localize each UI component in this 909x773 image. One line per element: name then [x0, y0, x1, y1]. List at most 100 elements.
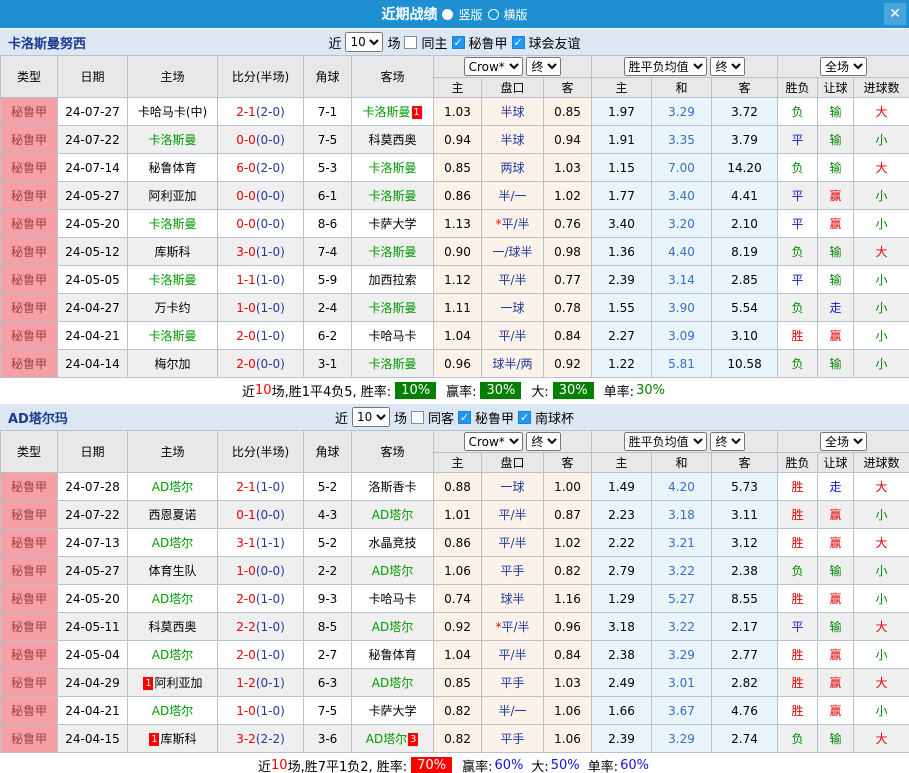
league-checkbox[interactable] [452, 36, 465, 49]
date-cell: 24-05-12 [58, 238, 128, 266]
match-row: 秘鲁甲24-05-27体育生队1-0(0-0)2-2AD塔尔1.06平手0.82… [1, 557, 909, 585]
handicap-win-value: 30% [480, 382, 521, 399]
score-cell: 0-0(0-0) [218, 126, 304, 154]
handicap-home-odds-cell: 0.88 [434, 473, 482, 501]
europe-odds-select[interactable]: 胜平负均值 [624, 57, 707, 76]
horizontal-layout-radio[interactable] [488, 9, 499, 20]
final-handicap-select[interactable]: 终 [526, 57, 561, 76]
handicap-cell: 一球 [482, 473, 544, 501]
result-cell: 负 [778, 98, 818, 126]
league-checkbox[interactable] [458, 411, 471, 424]
vertical-layout-label[interactable]: 竖版 [458, 6, 482, 23]
win-rate-badge: 70% [411, 757, 452, 773]
col-handicap: 盘口 [482, 78, 544, 98]
corner-cell: 7-4 [304, 238, 352, 266]
cup-label[interactable]: 球会友谊 [529, 33, 581, 52]
score-cell: 1-0(0-0) [218, 557, 304, 585]
league-cell: 秘鲁甲 [1, 473, 58, 501]
section-header-home-team: 卡洛斯曼努西 近 10 场 同主 秘鲁甲 球会友谊 [0, 28, 909, 55]
away-odds-cell: 8.55 [712, 585, 778, 613]
col-date: 日期 [58, 56, 128, 98]
single-rate-label: 单率: [604, 381, 634, 400]
away-team-cell: 水晶竞技 [352, 529, 434, 557]
vertical-layout-radio[interactable] [442, 9, 453, 20]
horizontal-layout-label[interactable]: 横版 [504, 6, 528, 23]
handicap-result-cell: 赢 [818, 210, 854, 238]
same-away-checkbox[interactable] [411, 411, 424, 424]
draw-odds-cell: 4.40 [652, 238, 712, 266]
away-team-cell: AD塔尔 [352, 557, 434, 585]
odds-company-select[interactable]: Crow* [464, 57, 523, 76]
europe-odds-select[interactable]: 胜平负均值 [624, 432, 707, 451]
close-icon[interactable]: ✕ [884, 3, 906, 25]
handicap-cell: 平/半 [482, 641, 544, 669]
draw-odds-cell: 4.20 [652, 473, 712, 501]
same-home-label[interactable]: 同主 [421, 33, 447, 52]
fullmatch-select-cell: 全场 [778, 431, 909, 453]
col-result: 胜负 [778, 78, 818, 98]
corner-cell: 5-9 [304, 266, 352, 294]
draw-odds-cell: 3.14 [652, 266, 712, 294]
near-label: 近 [335, 408, 348, 427]
games-count-select[interactable]: 10 [352, 407, 390, 427]
date-cell: 24-04-21 [58, 697, 128, 725]
same-home-checkbox[interactable] [404, 36, 417, 49]
goals-result-cell: 小 [854, 210, 909, 238]
away-odds-cell: 5.73 [712, 473, 778, 501]
home-team-cell: 卡洛斯曼 [128, 266, 218, 294]
handicap-home-odds-cell: 0.86 [434, 529, 482, 557]
filter-controls: 近 10 场 同客 秘鲁甲 南球杯 [335, 407, 574, 427]
away-team-cell: 卡洛斯曼 [352, 154, 434, 182]
score-cell: 1-1(1-0) [218, 266, 304, 294]
handicap-away-odds-cell: 0.96 [544, 613, 592, 641]
final-europe-select[interactable]: 终 [710, 57, 745, 76]
corner-cell: 3-1 [304, 350, 352, 378]
fullmatch-select[interactable]: 全场 [820, 432, 867, 451]
fullmatch-select[interactable]: 全场 [820, 57, 867, 76]
league-label[interactable]: 秘鲁甲 [469, 33, 508, 52]
summary-bar-2: 近10场,胜7平1负2, 胜率: 70% 赢率:60% 大:50% 单率:60% [0, 753, 909, 773]
league-cell: 秘鲁甲 [1, 154, 58, 182]
home-team-cell: 库斯科 [128, 238, 218, 266]
handicap-cell: 两球 [482, 154, 544, 182]
home-odds-cell: 2.23 [592, 501, 652, 529]
handicap-cell: 平/半 [482, 501, 544, 529]
away-team-cell: 卡哈马卡 [352, 322, 434, 350]
cup-label[interactable]: 南球杯 [535, 408, 574, 427]
league-label[interactable]: 秘鲁甲 [475, 408, 514, 427]
date-cell: 24-04-27 [58, 294, 128, 322]
final-handicap-select[interactable]: 终 [526, 432, 561, 451]
home-odds-cell: 2.39 [592, 725, 652, 753]
handicap-result-cell: 赢 [818, 697, 854, 725]
date-cell: 24-05-11 [58, 613, 128, 641]
corner-cell: 8-6 [304, 210, 352, 238]
games-label: 场 [394, 408, 407, 427]
handicap-away-odds-cell: 1.00 [544, 473, 592, 501]
cup-checkbox[interactable] [518, 411, 531, 424]
date-cell: 24-04-21 [58, 322, 128, 350]
match-row: 秘鲁甲24-05-04AD塔尔2-0(1-0)2-7秘鲁体育1.04平/半0.8… [1, 641, 909, 669]
away-odds-cell: 4.41 [712, 182, 778, 210]
league-cell: 秘鲁甲 [1, 294, 58, 322]
cup-checkbox[interactable] [512, 36, 525, 49]
odds-company-select[interactable]: Crow* [464, 432, 523, 451]
result-cell: 胜 [778, 501, 818, 529]
handicap-cell: 半/一 [482, 697, 544, 725]
match-row: 秘鲁甲24-04-151库斯科3-2(2-2)3-6AD塔尔30.82平手1.0… [1, 725, 909, 753]
date-cell: 24-07-13 [58, 529, 128, 557]
result-cell: 平 [778, 266, 818, 294]
games-count-select[interactable]: 10 [345, 32, 383, 52]
handicap-away-odds-cell: 1.06 [544, 697, 592, 725]
home-team-cell: 万卡约 [128, 294, 218, 322]
near-label: 近 [328, 33, 341, 52]
handicap-win-label: 赢率: [446, 381, 476, 400]
same-away-label[interactable]: 同客 [428, 408, 454, 427]
handicap-select-cell: Crow* 终 [434, 431, 592, 453]
handicap-cell: *平/半 [482, 613, 544, 641]
col-odds-home: 主 [592, 78, 652, 98]
score-cell: 1-0(1-0) [218, 294, 304, 322]
handicap-result-cell: 输 [818, 613, 854, 641]
final-europe-select[interactable]: 终 [710, 432, 745, 451]
handicap-result-cell: 赢 [818, 641, 854, 669]
date-cell: 24-05-05 [58, 266, 128, 294]
